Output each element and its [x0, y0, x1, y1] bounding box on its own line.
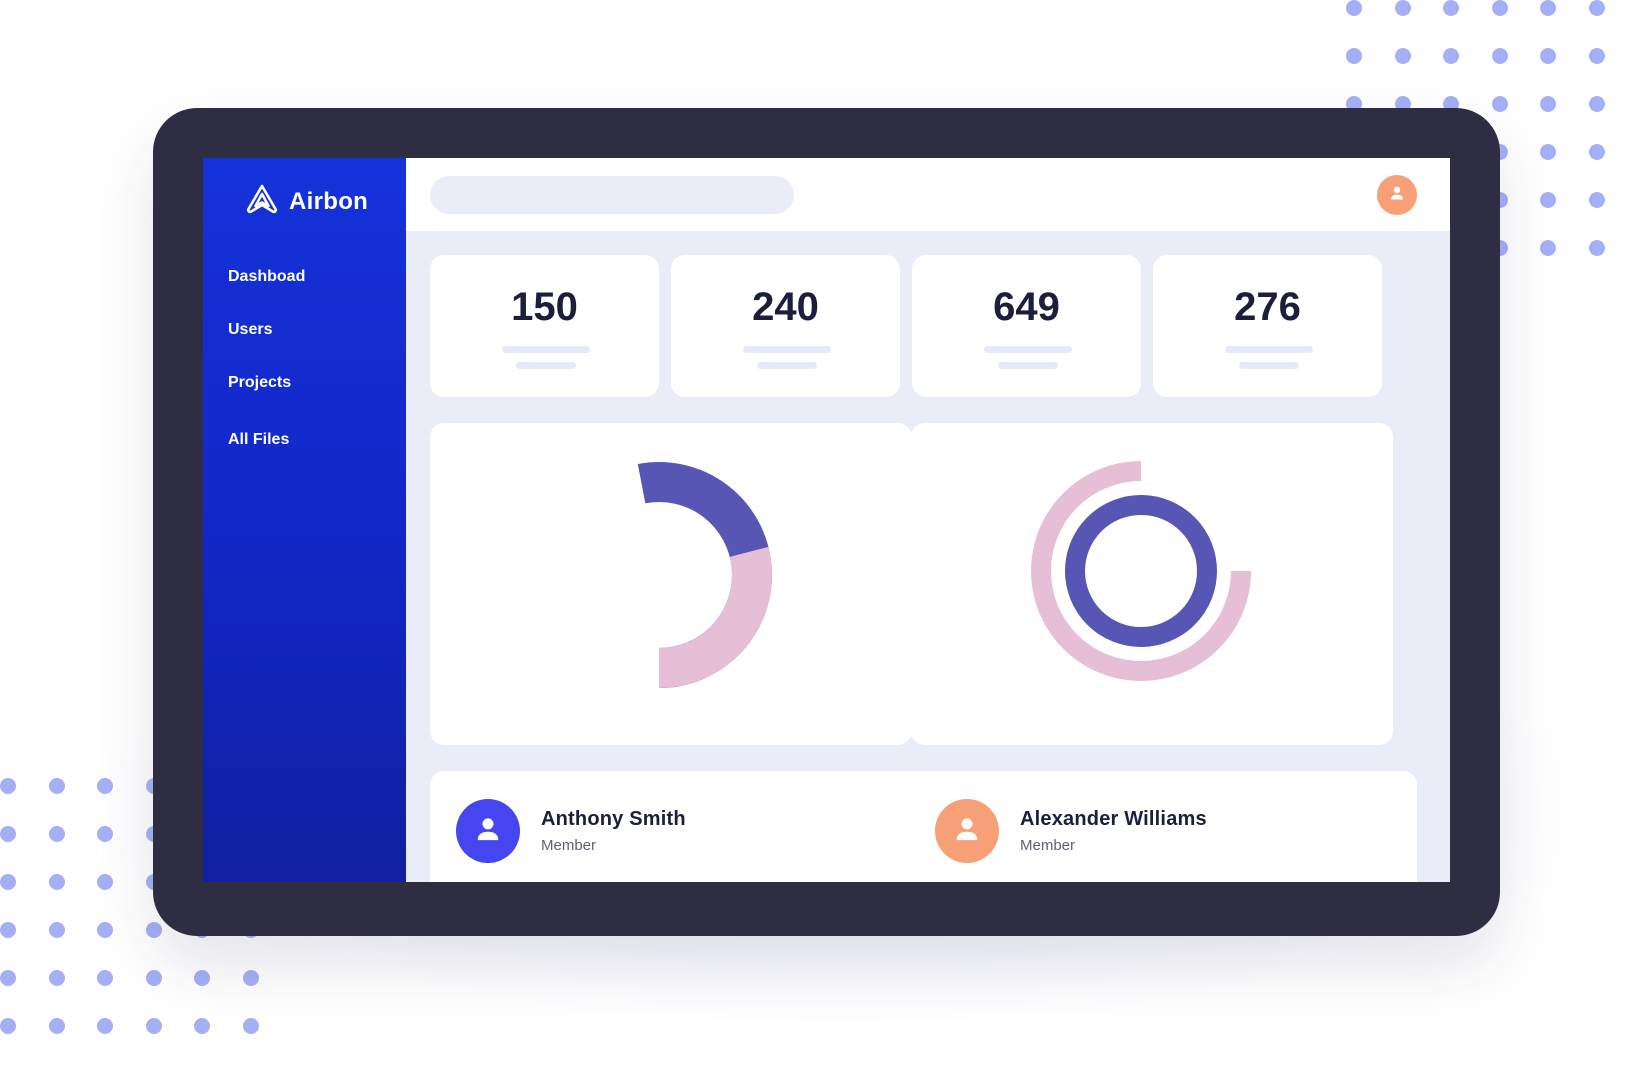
decorative-dot — [145, 1018, 162, 1034]
sidebar: Airbon Dashboad Users Projects All Files — [203, 158, 406, 882]
member-role: Member — [541, 837, 597, 854]
decorative-dot — [1588, 48, 1605, 64]
donut-chart-card[interactable] — [430, 423, 912, 745]
user-icon — [1390, 186, 1404, 205]
airbon-logo-icon — [245, 184, 279, 219]
decorative-dot — [0, 922, 16, 938]
decorative-dot — [48, 1018, 65, 1034]
member-text: Alexander Williams Member — [1020, 808, 1207, 854]
user-avatar-button[interactable] — [1377, 175, 1417, 215]
chart-slice — [658, 546, 772, 688]
member-name: Alexander Williams — [1020, 808, 1207, 830]
page-background: Airbon Dashboad Users Projects All Files — [0, 0, 1640, 1078]
stat-value: 150 — [511, 285, 578, 329]
sidebar-nav: Dashboad Users Projects All Files — [228, 268, 305, 449]
decorative-dot — [1394, 0, 1411, 16]
chart-ring — [1065, 495, 1217, 647]
decorative-dot — [48, 826, 65, 842]
decorative-dot — [0, 874, 16, 890]
decorative-dot — [1540, 48, 1556, 64]
decorative-dot — [1588, 0, 1605, 16]
search-input[interactable] — [430, 176, 794, 214]
tablet-frame: Airbon Dashboad Users Projects All Files — [153, 108, 1500, 936]
decorative-dot — [1540, 144, 1556, 160]
placeholder-line — [1239, 362, 1299, 369]
decorative-dot — [194, 970, 210, 986]
avatar — [935, 799, 999, 863]
ring-chart-card[interactable] — [911, 423, 1393, 745]
decorative-dot — [0, 1018, 16, 1034]
stat-value: 649 — [993, 285, 1060, 329]
stat-value: 276 — [1234, 285, 1301, 329]
member-role: Member — [1020, 837, 1076, 854]
top-bar — [406, 158, 1450, 231]
member-name: Anthony Smith — [541, 808, 686, 830]
decorative-dot — [1491, 96, 1508, 112]
decorative-dot — [1588, 240, 1605, 256]
stat-value: 240 — [752, 285, 819, 329]
placeholder-line — [516, 362, 576, 369]
sidebar-item-all-files[interactable]: All Files — [228, 431, 305, 449]
placeholder-line — [743, 346, 831, 353]
decorative-dot — [1540, 96, 1556, 112]
decorative-dot — [1491, 0, 1508, 16]
decorative-dot — [0, 826, 16, 842]
donut-chart — [637, 462, 772, 688]
decorative-dot — [145, 970, 162, 986]
placeholder-line — [502, 346, 590, 353]
decorative-dot — [0, 778, 16, 794]
decorative-dot — [48, 874, 65, 890]
avatar — [456, 799, 520, 863]
decorative-dot — [48, 922, 65, 938]
decorative-dot — [145, 922, 162, 938]
member-text: Anthony Smith Member — [541, 808, 686, 854]
placeholder-line — [757, 362, 817, 369]
member-item[interactable]: Alexander Williams Member — [935, 799, 1207, 863]
stat-card[interactable]: 240 — [671, 255, 900, 397]
decorative-dot — [1540, 0, 1556, 16]
decorative-dot — [1346, 48, 1362, 64]
decorative-dot — [1443, 48, 1459, 64]
ring-chart — [1031, 461, 1251, 681]
placeholder-line — [998, 362, 1058, 369]
decorative-dot — [1588, 144, 1605, 160]
decorative-dot — [48, 970, 65, 986]
stat-card[interactable]: 276 — [1153, 255, 1382, 397]
user-icon — [955, 817, 979, 846]
user-icon — [476, 817, 500, 846]
placeholder-line — [984, 346, 1072, 353]
decorative-dot — [1346, 0, 1362, 16]
decorative-dot — [242, 1018, 259, 1034]
decorative-dot — [48, 778, 65, 794]
brand-name: Airbon — [289, 187, 369, 215]
decorative-dot — [194, 1018, 210, 1034]
decorative-dot — [242, 970, 259, 986]
brand[interactable]: Airbon — [245, 184, 368, 219]
decorative-dot — [1588, 192, 1605, 208]
decorative-dot — [1491, 48, 1508, 64]
decorative-dot — [0, 970, 16, 986]
decorative-dot — [97, 1018, 113, 1034]
decorative-dot — [1540, 192, 1556, 208]
main-content: 150 240 649 276 Anthony Smith Member Ale… — [406, 158, 1450, 882]
stat-card[interactable]: 649 — [912, 255, 1141, 397]
sidebar-item-dashboard[interactable]: Dashboad — [228, 268, 305, 286]
decorative-dot — [97, 922, 113, 938]
stat-card[interactable]: 150 — [430, 255, 659, 397]
decorative-dot — [1443, 0, 1459, 16]
decorative-dot — [1588, 96, 1605, 112]
decorative-dot — [1394, 48, 1411, 64]
members-card: Anthony Smith Member Alexander Williams … — [430, 771, 1417, 882]
decorative-dot — [97, 970, 113, 986]
sidebar-item-users[interactable]: Users — [228, 321, 305, 339]
dashboard-screen: Airbon Dashboad Users Projects All Files — [203, 158, 1450, 882]
placeholder-line — [1225, 346, 1313, 353]
member-item[interactable]: Anthony Smith Member — [456, 799, 686, 863]
sidebar-item-projects[interactable]: Projects — [228, 374, 305, 392]
decorative-dot — [1540, 240, 1556, 256]
